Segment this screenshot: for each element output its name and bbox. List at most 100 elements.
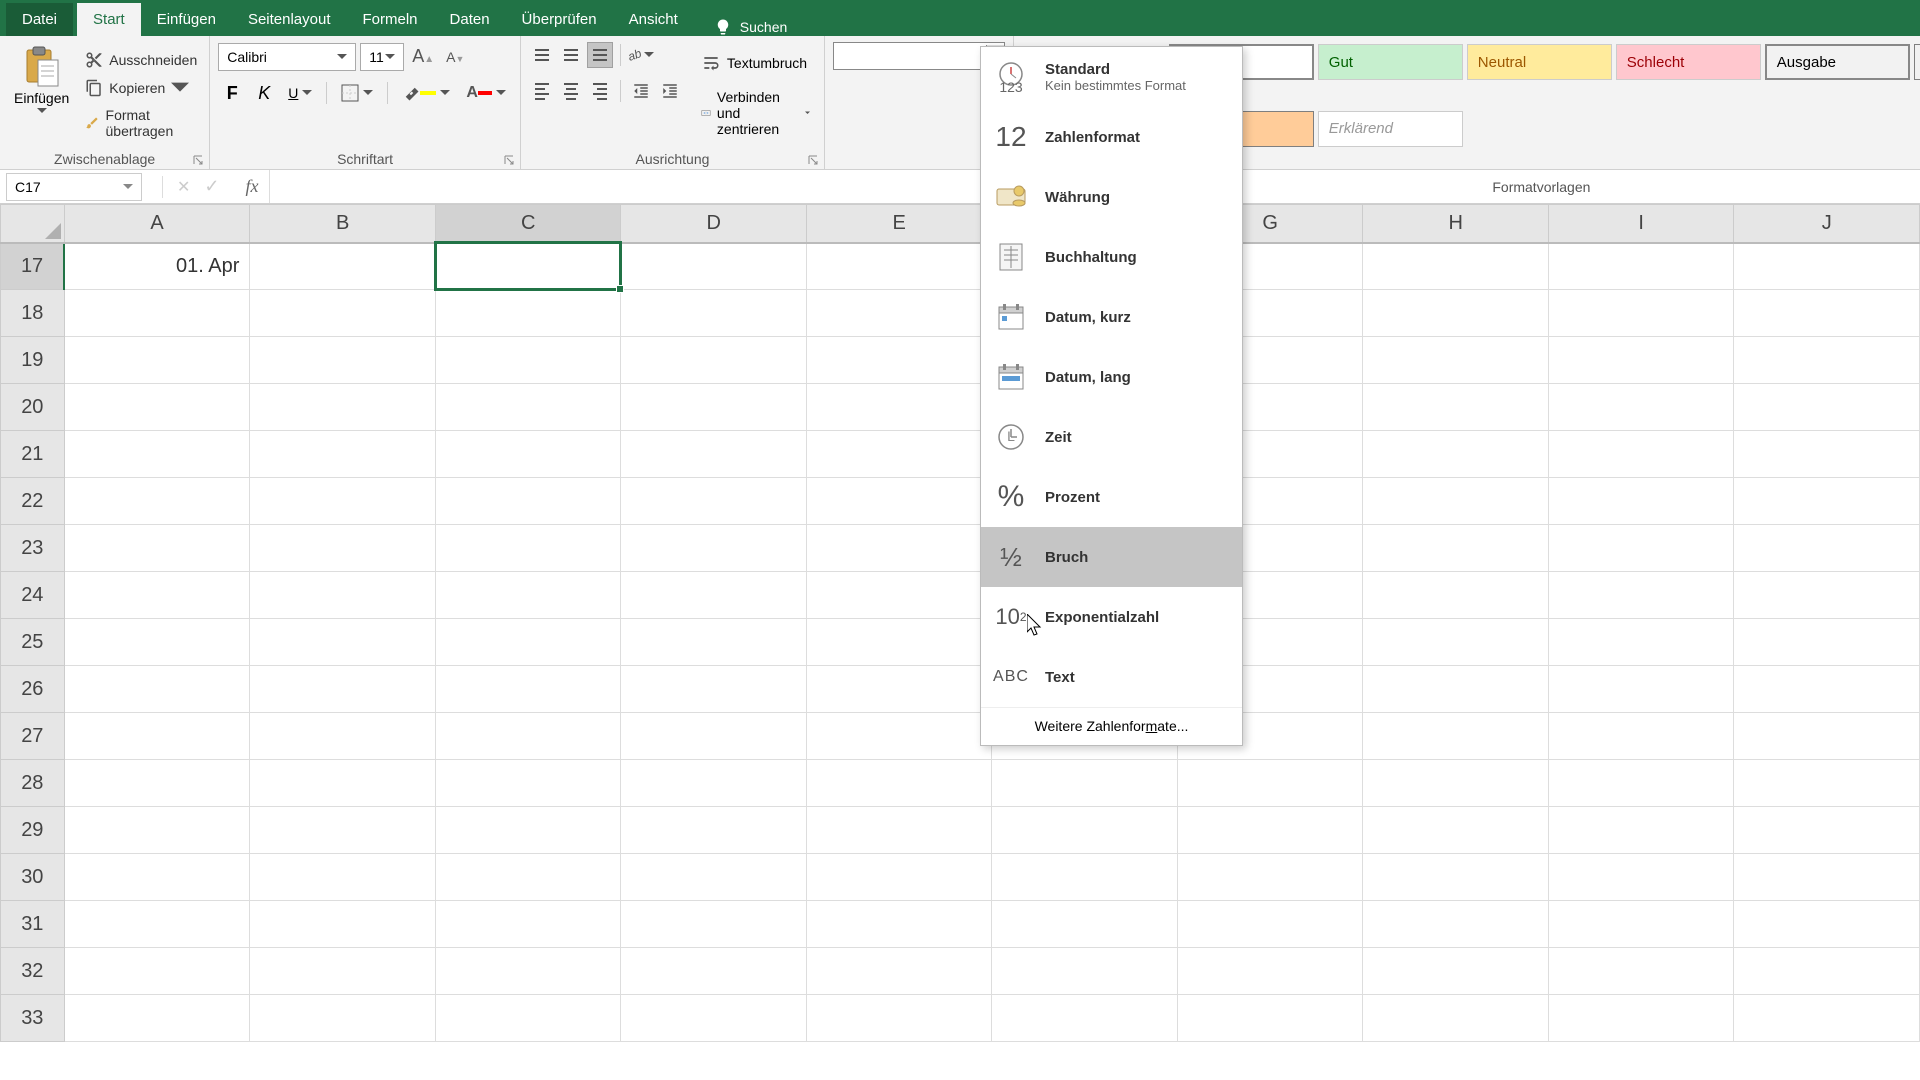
cell-F32[interactable] xyxy=(992,948,1178,995)
cell-J17[interactable] xyxy=(1734,243,1920,290)
cell-D20[interactable] xyxy=(621,384,807,431)
style-neutral[interactable]: Neutral xyxy=(1467,44,1612,80)
col-header-H[interactable]: H xyxy=(1363,205,1549,243)
format-bruch[interactable]: ½ Bruch xyxy=(981,527,1242,587)
cell-H30[interactable] xyxy=(1363,854,1549,901)
cell-J30[interactable] xyxy=(1734,854,1920,901)
cell-D27[interactable] xyxy=(621,713,807,760)
fx-icon[interactable]: fx xyxy=(246,176,259,197)
cell-J28[interactable] xyxy=(1734,760,1920,807)
cell-I23[interactable] xyxy=(1548,525,1734,572)
row-header-20[interactable]: 20 xyxy=(1,384,65,431)
cell-I33[interactable] xyxy=(1548,995,1734,1042)
format-buchhaltung[interactable]: Buchhaltung xyxy=(981,227,1242,287)
cell-E20[interactable] xyxy=(806,384,992,431)
cell-A22[interactable] xyxy=(64,478,250,525)
tab-start[interactable]: Start xyxy=(77,3,141,36)
row-header-32[interactable]: 32 xyxy=(1,948,65,995)
cell-B19[interactable] xyxy=(250,337,436,384)
cell-B30[interactable] xyxy=(250,854,436,901)
row-header-25[interactable]: 25 xyxy=(1,619,65,666)
underline-button[interactable]: U xyxy=(282,79,318,107)
cell-A27[interactable] xyxy=(64,713,250,760)
name-box[interactable]: C17 xyxy=(6,173,142,201)
tab-ueberpruefen[interactable]: Überprüfen xyxy=(506,3,613,36)
row-header-19[interactable]: 19 xyxy=(1,337,65,384)
cell-B27[interactable] xyxy=(250,713,436,760)
alignment-dialog-launcher[interactable] xyxy=(806,153,820,167)
cell-C18[interactable] xyxy=(435,290,621,337)
selection-handle[interactable] xyxy=(616,285,624,293)
cell-B21[interactable] xyxy=(250,431,436,478)
more-formats-button[interactable]: Weitere Zahlenformate... xyxy=(981,707,1242,745)
increase-indent-button[interactable] xyxy=(657,78,683,104)
col-header-E[interactable]: E xyxy=(806,205,992,243)
cell-A28[interactable] xyxy=(64,760,250,807)
font-color-button[interactable]: A xyxy=(460,79,512,107)
cell-D25[interactable] xyxy=(621,619,807,666)
cell-H27[interactable] xyxy=(1363,713,1549,760)
cell-E31[interactable] xyxy=(806,901,992,948)
cell-C23[interactable] xyxy=(435,525,621,572)
cell-C21[interactable] xyxy=(435,431,621,478)
cell-H33[interactable] xyxy=(1363,995,1549,1042)
tab-einfuegen[interactable]: Einfügen xyxy=(141,3,232,36)
cell-H22[interactable] xyxy=(1363,478,1549,525)
format-text[interactable]: ABC Text xyxy=(981,647,1242,707)
cell-E17[interactable] xyxy=(806,243,992,290)
cell-I30[interactable] xyxy=(1548,854,1734,901)
cell-I20[interactable] xyxy=(1548,384,1734,431)
font-dialog-launcher[interactable] xyxy=(502,153,516,167)
cell-E32[interactable] xyxy=(806,948,992,995)
cell-A26[interactable] xyxy=(64,666,250,713)
cell-G33[interactable] xyxy=(1177,995,1363,1042)
cell-H29[interactable] xyxy=(1363,807,1549,854)
cell-E30[interactable] xyxy=(806,854,992,901)
cell-J32[interactable] xyxy=(1734,948,1920,995)
cell-C26[interactable] xyxy=(435,666,621,713)
format-painter-button[interactable]: Format übertragen xyxy=(81,105,201,141)
cell-C29[interactable] xyxy=(435,807,621,854)
cell-C28[interactable] xyxy=(435,760,621,807)
cell-E24[interactable] xyxy=(806,572,992,619)
cell-I32[interactable] xyxy=(1548,948,1734,995)
cell-C31[interactable] xyxy=(435,901,621,948)
cell-A31[interactable] xyxy=(64,901,250,948)
cell-B32[interactable] xyxy=(250,948,436,995)
cell-B22[interactable] xyxy=(250,478,436,525)
format-datum-kurz[interactable]: Datum, kurz xyxy=(981,287,1242,347)
cell-B33[interactable] xyxy=(250,995,436,1042)
cell-J20[interactable] xyxy=(1734,384,1920,431)
align-center-button[interactable] xyxy=(558,78,584,104)
cell-F28[interactable] xyxy=(992,760,1178,807)
row-header-27[interactable]: 27 xyxy=(1,713,65,760)
col-header-C[interactable]: C xyxy=(435,205,621,243)
row-header-24[interactable]: 24 xyxy=(1,572,65,619)
cell-I29[interactable] xyxy=(1548,807,1734,854)
col-header-I[interactable]: I xyxy=(1548,205,1734,243)
col-header-D[interactable]: D xyxy=(621,205,807,243)
cell-J27[interactable] xyxy=(1734,713,1920,760)
cell-G30[interactable] xyxy=(1177,854,1363,901)
cell-A21[interactable] xyxy=(64,431,250,478)
row-header-31[interactable]: 31 xyxy=(1,901,65,948)
cell-C19[interactable] xyxy=(435,337,621,384)
align-middle-button[interactable] xyxy=(558,42,584,68)
cell-E18[interactable] xyxy=(806,290,992,337)
format-datum-lang[interactable]: Datum, lang xyxy=(981,347,1242,407)
cell-H24[interactable] xyxy=(1363,572,1549,619)
wrap-text-button[interactable]: Textumbruch xyxy=(695,49,816,77)
cell-B20[interactable] xyxy=(250,384,436,431)
cell-C25[interactable] xyxy=(435,619,621,666)
cell-H19[interactable] xyxy=(1363,337,1549,384)
font-name-select[interactable]: Calibri xyxy=(218,43,356,71)
cell-I26[interactable] xyxy=(1548,666,1734,713)
style-schlecht[interactable]: Schlecht xyxy=(1616,44,1761,80)
row-header-29[interactable]: 29 xyxy=(1,807,65,854)
cell-G31[interactable] xyxy=(1177,901,1363,948)
cell-B25[interactable] xyxy=(250,619,436,666)
cell-F30[interactable] xyxy=(992,854,1178,901)
cell-J23[interactable] xyxy=(1734,525,1920,572)
cell-F31[interactable] xyxy=(992,901,1178,948)
cell-C32[interactable] xyxy=(435,948,621,995)
